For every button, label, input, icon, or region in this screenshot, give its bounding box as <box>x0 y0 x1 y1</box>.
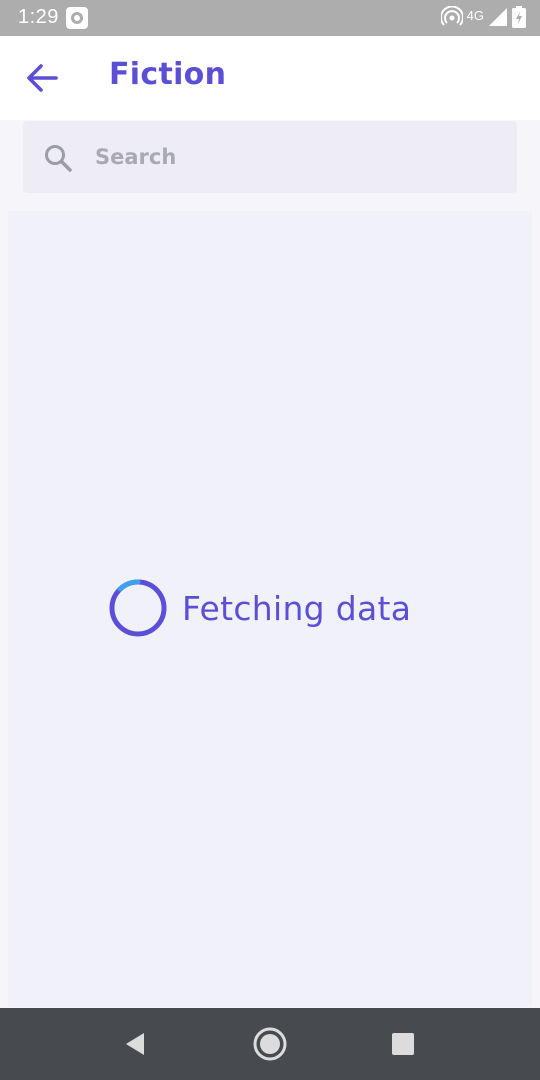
signal-icon <box>488 7 508 31</box>
search-icon <box>45 145 72 172</box>
nav-home-button[interactable] <box>250 1026 290 1062</box>
page-title: Fiction <box>109 57 227 92</box>
search-bar[interactable] <box>23 121 517 193</box>
back-icon <box>126 1033 144 1055</box>
system-nav-bar <box>0 1008 540 1080</box>
arrow-left-icon <box>27 64 58 92</box>
app-bar: Fiction <box>0 36 540 120</box>
status-time: 1:29 <box>18 6 59 28</box>
nav-recents-button[interactable] <box>383 1026 423 1062</box>
loading-indicator: Fetching data <box>108 578 411 638</box>
search-input[interactable] <box>95 137 495 177</box>
recents-icon <box>392 1033 414 1055</box>
loading-text: Fetching data <box>182 588 412 628</box>
status-icons: 4G <box>439 5 526 32</box>
back-button[interactable] <box>20 58 64 98</box>
nav-back-button[interactable] <box>115 1026 155 1062</box>
network-label: 4G <box>466 7 484 23</box>
notification-icon <box>66 7 88 29</box>
battery-icon <box>512 6 526 32</box>
status-bar: 1:29 4G <box>0 0 540 36</box>
content-panel: Fetching data <box>8 211 532 1007</box>
hotspot-icon <box>439 5 464 32</box>
home-icon <box>253 1027 287 1061</box>
spinner-icon <box>109 579 167 637</box>
